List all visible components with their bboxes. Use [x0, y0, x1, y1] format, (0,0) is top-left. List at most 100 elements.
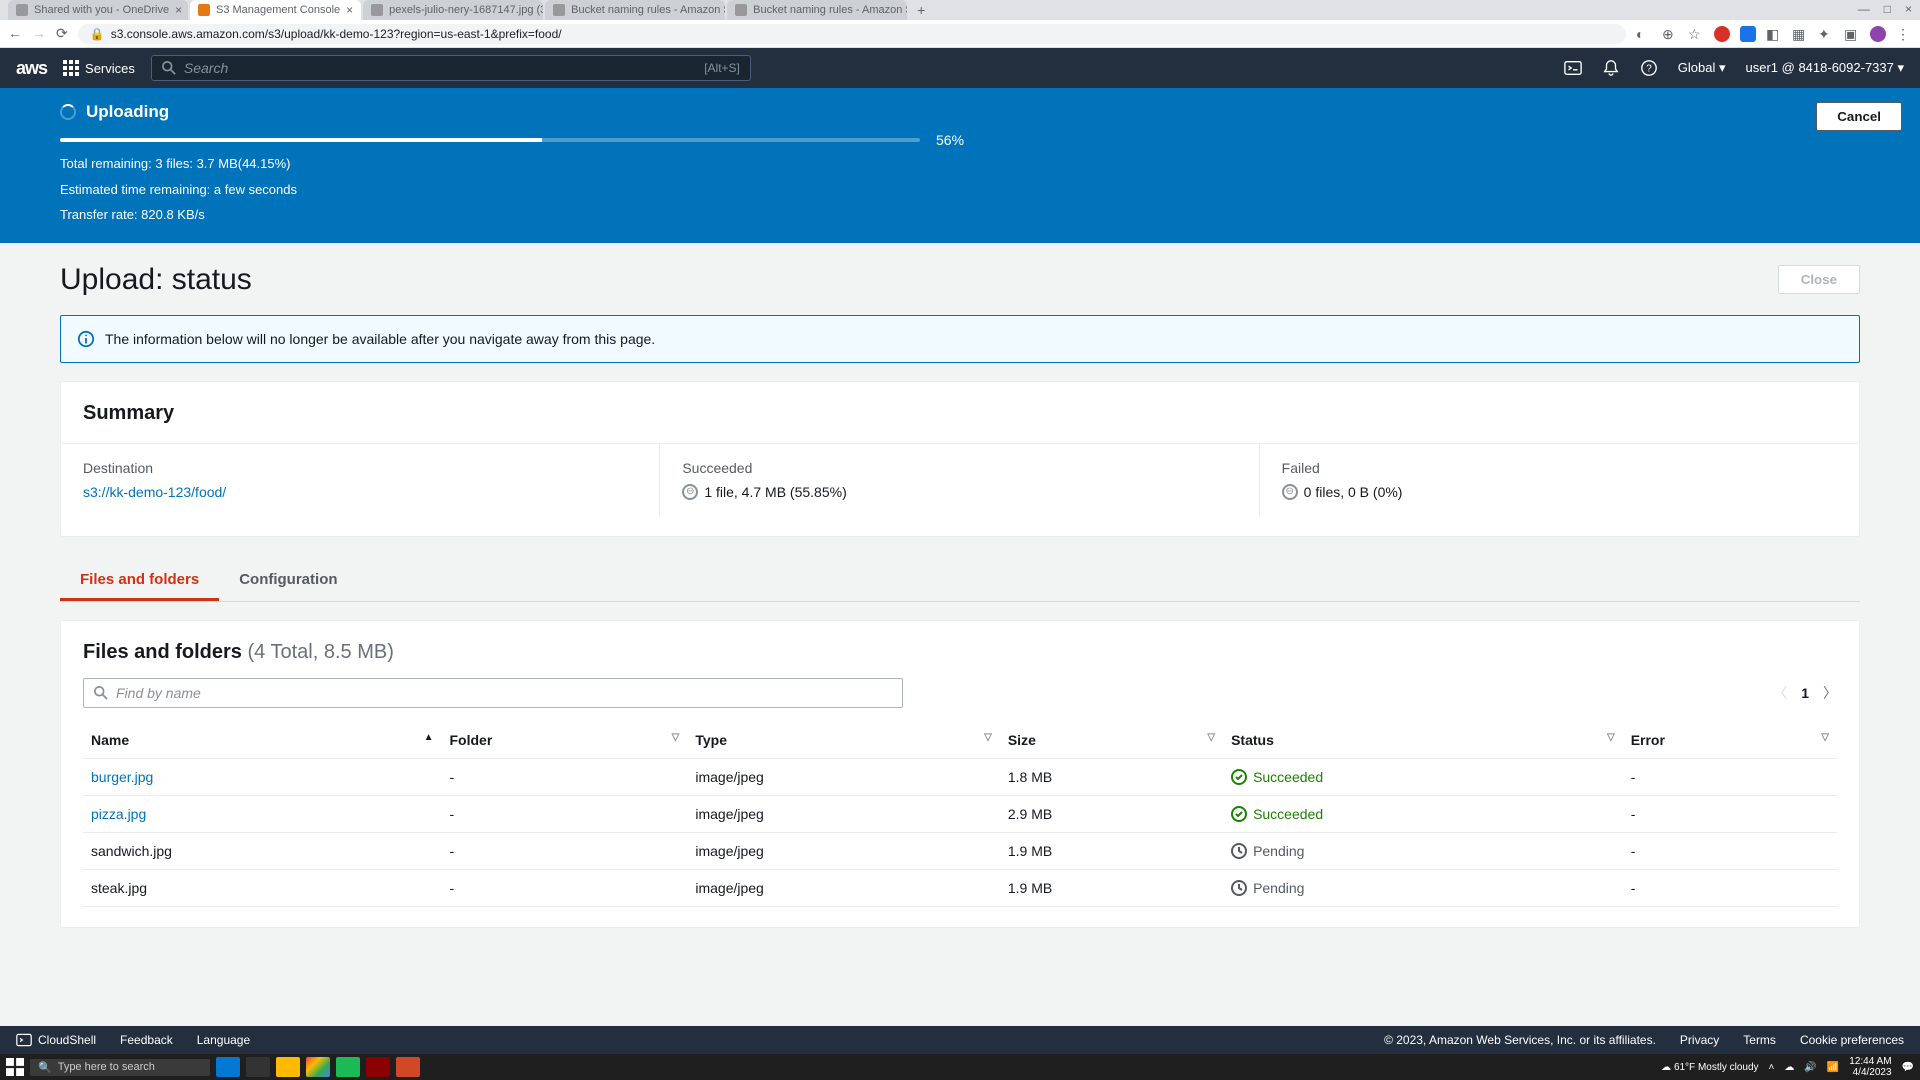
- extension-icon[interactable]: [1740, 26, 1756, 42]
- taskbar-app[interactable]: [306, 1057, 330, 1077]
- clock-time[interactable]: 12:44 AM: [1849, 1056, 1891, 1067]
- window-close-icon[interactable]: ×: [1905, 2, 1912, 18]
- browser-tab[interactable]: S3 Management Console×: [190, 0, 361, 20]
- files-table: Name▲ Folder▽ Type▽ Size▽ Status▽ Error▽…: [83, 722, 1837, 907]
- taskbar-search[interactable]: 🔍 Type here to search: [30, 1059, 210, 1076]
- extension-icon[interactable]: ◧: [1766, 26, 1782, 42]
- close-button[interactable]: Close: [1778, 265, 1860, 294]
- pending-icon: ⊖: [1282, 484, 1298, 500]
- aws-footer: CloudShell Feedback Language © 2023, Ama…: [0, 1026, 1920, 1054]
- failed-label: Failed: [1282, 460, 1837, 476]
- extension-icon[interactable]: [1714, 26, 1730, 42]
- feedback-link[interactable]: Feedback: [120, 1033, 173, 1047]
- grid-icon: [63, 60, 79, 76]
- window-minimize-icon[interactable]: —: [1858, 2, 1870, 18]
- tray-icon[interactable]: ☁: [1784, 1062, 1794, 1073]
- taskbar-app[interactable]: [216, 1057, 240, 1077]
- language-link[interactable]: Language: [197, 1033, 250, 1047]
- menu-icon[interactable]: ⋮: [1896, 26, 1912, 42]
- spinner-icon: [60, 104, 76, 120]
- file-link[interactable]: pizza.jpg: [91, 806, 146, 822]
- bell-icon[interactable]: [1602, 59, 1620, 77]
- window-maximize-icon[interactable]: □: [1884, 2, 1891, 18]
- tab-files[interactable]: Files and folders: [60, 561, 219, 601]
- clock-date[interactable]: 4/4/2023: [1849, 1067, 1891, 1078]
- files-heading: Files and folders (4 Total, 8.5 MB): [83, 641, 1837, 664]
- aws-logo[interactable]: aws: [16, 58, 47, 79]
- destination-label: Destination: [83, 460, 637, 476]
- taskbar-app[interactable]: [276, 1057, 300, 1077]
- cloudshell-icon[interactable]: [1564, 59, 1582, 77]
- col-folder[interactable]: Folder▽: [441, 722, 687, 759]
- col-status[interactable]: Status▽: [1223, 722, 1623, 759]
- terms-link[interactable]: Terms: [1743, 1033, 1776, 1047]
- next-page-icon[interactable]: 〉: [1823, 683, 1837, 703]
- taskbar-app[interactable]: [396, 1057, 420, 1077]
- services-menu[interactable]: Services: [63, 60, 135, 76]
- tray-chevron-icon[interactable]: ˄: [1769, 1062, 1775, 1073]
- help-icon[interactable]: ?: [1640, 59, 1658, 77]
- notifications-icon[interactable]: 💬: [1902, 1062, 1914, 1073]
- start-button[interactable]: [6, 1058, 24, 1076]
- browser-tab[interactable]: Shared with you - OneDrive×: [8, 0, 188, 20]
- page-title: Upload: status: [60, 263, 252, 297]
- table-row: steak.jpg-image/jpeg1.9 MBPending-: [83, 869, 1837, 906]
- file-link[interactable]: burger.jpg: [91, 769, 153, 785]
- lock-icon: 🔒: [90, 27, 105, 41]
- prev-page-icon[interactable]: 〈: [1773, 683, 1787, 703]
- close-icon[interactable]: ×: [175, 3, 182, 17]
- page-number: 1: [1801, 685, 1809, 701]
- status-pending: Pending: [1231, 880, 1615, 896]
- browser-tab[interactable]: pexels-julio-nery-1687147.jpg (3...×: [363, 0, 543, 20]
- cloudshell-link[interactable]: CloudShell: [16, 1032, 96, 1048]
- forward-icon[interactable]: →: [32, 25, 46, 42]
- info-icon: [77, 330, 95, 348]
- files-panel: Files and folders (4 Total, 8.5 MB) Find…: [60, 620, 1860, 928]
- search-input[interactable]: Search [Alt+S]: [151, 55, 751, 81]
- browser-tab[interactable]: Bucket naming rules - Amazon S...×: [545, 0, 725, 20]
- windows-taskbar: 🔍 Type here to search ☁ 61°F Mostly clou…: [0, 1054, 1920, 1080]
- region-selector[interactable]: Global ▾: [1678, 60, 1726, 76]
- close-icon[interactable]: ×: [346, 3, 353, 17]
- privacy-link[interactable]: Privacy: [1680, 1033, 1719, 1047]
- clock-icon: [1231, 880, 1247, 896]
- taskbar-app[interactable]: [336, 1057, 360, 1077]
- url-text: s3.console.aws.amazon.com/s3/upload/kk-d…: [111, 27, 562, 41]
- tray-icon[interactable]: 📶: [1827, 1062, 1839, 1073]
- tray-icon[interactable]: 🔊: [1804, 1062, 1816, 1073]
- cancel-button[interactable]: Cancel: [1816, 102, 1902, 131]
- taskbar-app[interactable]: [246, 1057, 270, 1077]
- extension-icon[interactable]: ▣: [1844, 26, 1860, 42]
- col-error[interactable]: Error▽: [1623, 722, 1837, 759]
- extension-icon[interactable]: ◐: [1636, 26, 1652, 42]
- tab-configuration[interactable]: Configuration: [219, 561, 357, 601]
- browser-tabs-bar: Shared with you - OneDrive× S3 Managemen…: [0, 0, 1920, 20]
- status-succeeded: Succeeded: [1231, 806, 1615, 822]
- browser-tab[interactable]: Bucket naming rules - Amazon S...×: [727, 0, 907, 20]
- col-size[interactable]: Size▽: [1000, 722, 1223, 759]
- extension-icon[interactable]: ✦: [1818, 26, 1834, 42]
- col-type[interactable]: Type▽: [687, 722, 1000, 759]
- star-icon[interactable]: ☆: [1688, 26, 1704, 42]
- col-name[interactable]: Name▲: [83, 722, 441, 759]
- reload-icon[interactable]: ⟳: [56, 25, 68, 42]
- avatar-icon[interactable]: [1870, 26, 1886, 42]
- destination-link[interactable]: s3://kk-demo-123/food/: [83, 484, 226, 500]
- user-menu[interactable]: user1 @ 8418-6092-7337 ▾: [1746, 60, 1905, 76]
- table-row: burger.jpg-image/jpeg1.8 MBSucceeded-: [83, 758, 1837, 795]
- cookie-link[interactable]: Cookie preferences: [1800, 1033, 1904, 1047]
- info-text: The information below will no longer be …: [105, 331, 655, 347]
- weather-widget[interactable]: ☁ 61°F Mostly cloudy: [1661, 1062, 1758, 1073]
- search-placeholder: Search: [184, 60, 228, 76]
- filter-input[interactable]: Find by name: [83, 678, 903, 708]
- new-tab-button[interactable]: +: [909, 0, 933, 20]
- extension-icon[interactable]: ▦: [1792, 26, 1808, 42]
- tabs: Files and folders Configuration: [60, 561, 1860, 602]
- taskbar-app[interactable]: [366, 1057, 390, 1077]
- extension-icon[interactable]: ⊕: [1662, 26, 1678, 42]
- aws-top-nav: aws Services Search [Alt+S] ? Global ▾ u…: [0, 48, 1920, 88]
- pending-icon: ⊖: [682, 484, 698, 500]
- back-icon[interactable]: ←: [8, 25, 22, 42]
- progress-bar: [60, 138, 920, 142]
- url-input[interactable]: 🔒 s3.console.aws.amazon.com/s3/upload/kk…: [78, 24, 1626, 44]
